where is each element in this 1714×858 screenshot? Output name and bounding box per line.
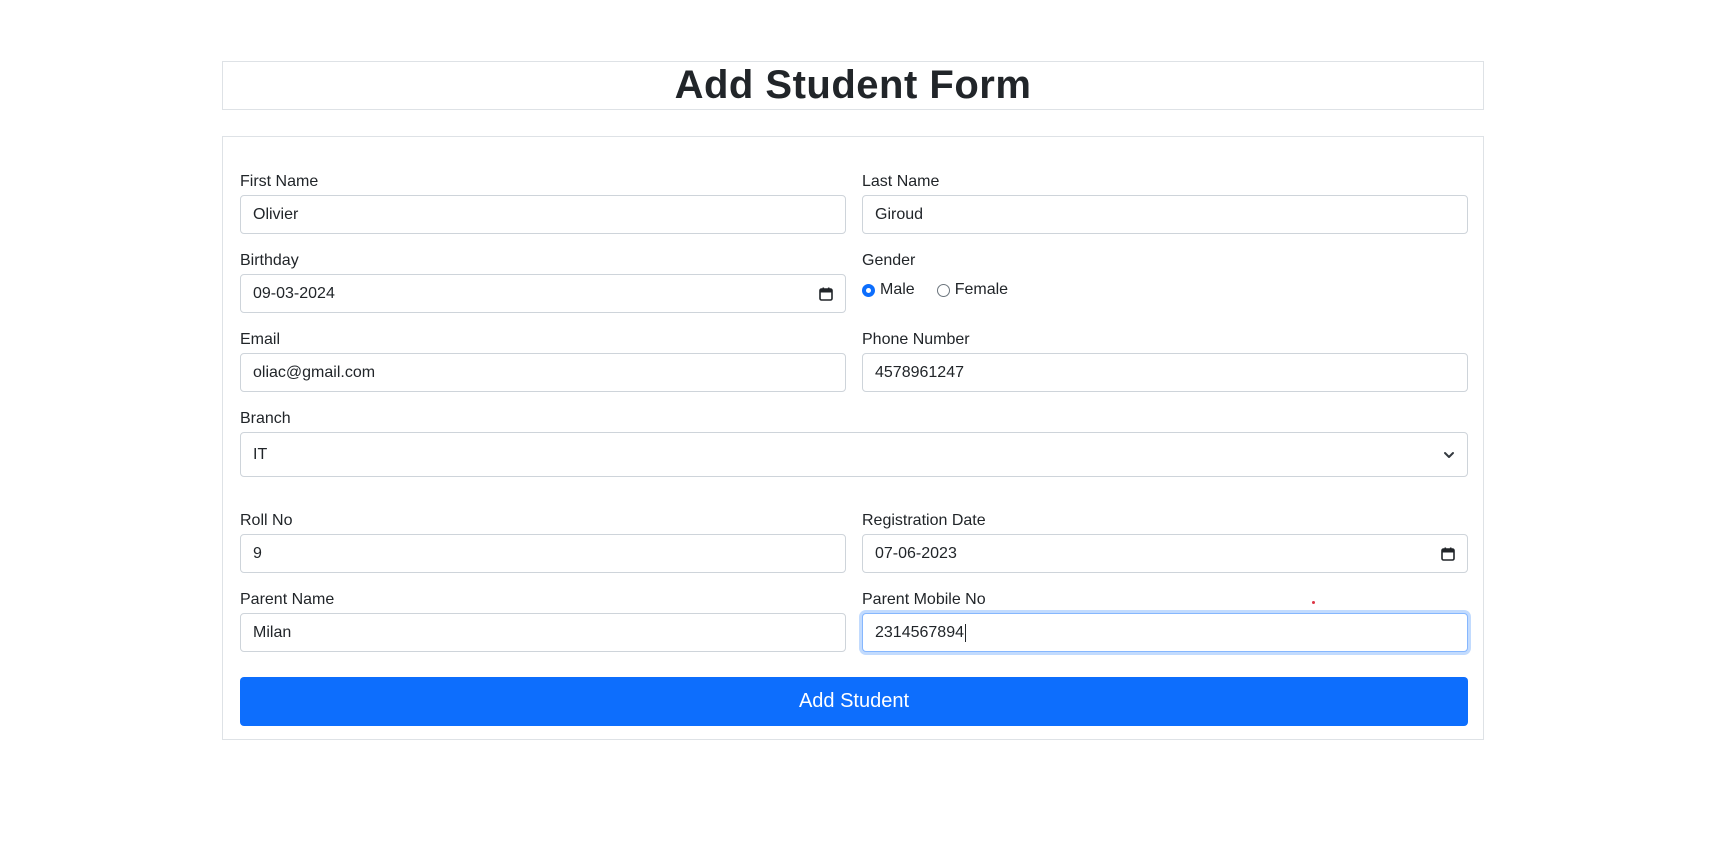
- first-name-label: First Name: [240, 173, 319, 190]
- phone-group: Phone Number 4578961247: [862, 330, 1468, 392]
- phone-value: 4578961247: [875, 363, 964, 381]
- parent-mobile-label: Parent Mobile No: [862, 591, 986, 608]
- roll-no-group: Roll No 9: [240, 511, 846, 573]
- branch-group: Branch IT: [240, 409, 1468, 477]
- last-name-input[interactable]: Giroud: [862, 195, 1468, 234]
- male-radio[interactable]: [862, 283, 875, 297]
- registration-date-label: Registration Date: [862, 512, 986, 529]
- birthday-value: 09-03-2024: [253, 284, 335, 302]
- parent-mobile-value-wrap: 2314567894: [875, 623, 966, 642]
- registration-date-group: Registration Date 07-06-2023: [862, 511, 1468, 573]
- parent-name-group: Parent Name Milan: [240, 590, 846, 652]
- first-name-input[interactable]: Olivier: [240, 195, 846, 234]
- page-title-container: Add Student Form: [222, 61, 1484, 110]
- add-student-button[interactable]: Add Student: [240, 677, 1468, 726]
- parent-mobile-group: Parent Mobile No 2314567894: [862, 590, 1468, 652]
- gender-option-female[interactable]: Female: [936, 281, 1009, 299]
- branch-selected-value: IT: [253, 445, 268, 463]
- last-name-value: Giroud: [875, 205, 924, 223]
- last-name-label: Last Name: [862, 173, 940, 190]
- gender-group: Gender Male Female: [862, 251, 1468, 305]
- parent-name-label: Parent Name: [240, 591, 335, 608]
- gender-option-male[interactable]: Male: [862, 281, 915, 299]
- email-group: Email oliac@gmail.com: [240, 330, 846, 392]
- birthday-group: Birthday 09-03-2024: [240, 251, 846, 313]
- email-input[interactable]: oliac@gmail.com: [240, 353, 846, 392]
- roll-no-value: 9: [253, 544, 262, 562]
- first-name-value: Olivier: [253, 205, 299, 223]
- female-radio-label: Female: [954, 281, 1009, 298]
- roll-no-input[interactable]: 9: [240, 534, 846, 573]
- red-marker-dot: [1312, 601, 1315, 604]
- registration-date-value: 07-06-2023: [875, 544, 957, 562]
- page-title: Add Student Form: [674, 63, 1032, 107]
- parent-name-input[interactable]: Milan: [240, 613, 846, 652]
- last-name-group: Last Name Giroud: [862, 172, 1468, 234]
- calendar-icon[interactable]: [1441, 547, 1455, 561]
- gender-radio-group: Male Female: [862, 275, 1468, 305]
- chevron-down-icon: [1444, 451, 1454, 458]
- female-radio[interactable]: [936, 283, 950, 297]
- registration-date-input[interactable]: 07-06-2023: [862, 534, 1468, 573]
- add-student-form: First Name Olivier Last Name Giroud Birt…: [222, 136, 1484, 740]
- birthday-input[interactable]: 09-03-2024: [240, 274, 846, 313]
- parent-mobile-input[interactable]: 2314567894: [862, 613, 1468, 652]
- roll-no-label: Roll No: [240, 512, 293, 529]
- branch-select[interactable]: IT: [240, 432, 1468, 477]
- calendar-icon[interactable]: [819, 287, 833, 301]
- email-value: oliac@gmail.com: [253, 363, 376, 381]
- male-radio-label: Male: [880, 281, 915, 298]
- text-caret: [964, 623, 966, 642]
- parent-name-value: Milan: [253, 623, 292, 641]
- first-name-group: First Name Olivier: [240, 172, 846, 234]
- phone-input[interactable]: 4578961247: [862, 353, 1468, 392]
- branch-label: Branch: [240, 410, 291, 427]
- email-label: Email: [240, 331, 281, 348]
- gender-label: Gender: [862, 252, 916, 269]
- phone-label: Phone Number: [862, 331, 970, 348]
- birthday-label: Birthday: [240, 252, 299, 269]
- parent-mobile-value: 2314567894: [875, 623, 964, 641]
